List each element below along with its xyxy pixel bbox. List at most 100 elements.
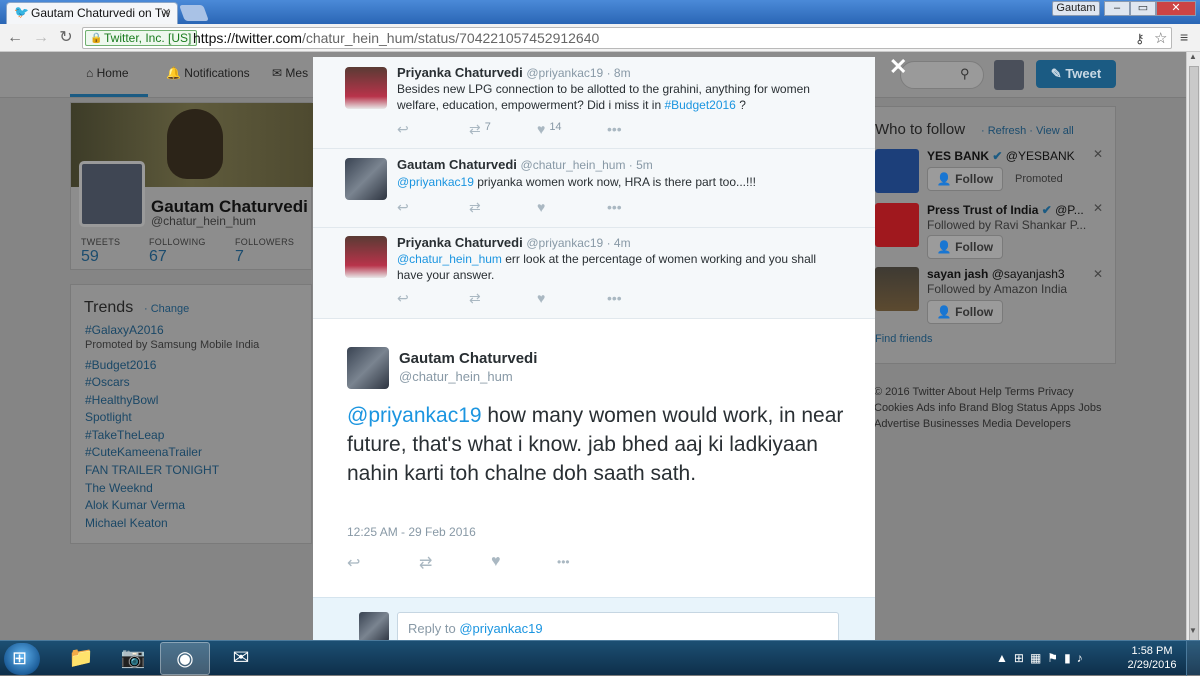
avatar[interactable] <box>345 236 387 278</box>
more-icon[interactable]: ••• <box>607 121 622 137</box>
tray-flag-icon[interactable]: ⚑ <box>1047 651 1064 665</box>
trend-item[interactable]: #Oscars <box>85 375 130 389</box>
trend-item[interactable]: Spotlight <box>85 410 132 424</box>
trend-item[interactable]: #TakeTheLeap <box>85 428 164 442</box>
reload-icon[interactable]: ↻ <box>57 29 75 47</box>
tweet-timestamp[interactable]: 12:25 AM - 29 Feb 2016 <box>347 525 476 539</box>
key-icon[interactable]: ⚷ <box>1135 31 1145 47</box>
footer-links[interactable]: © 2016 Twitter About Help Terms Privacy … <box>874 384 1104 432</box>
forward-arrow-icon[interactable]: → <box>32 29 50 47</box>
mention-link[interactable]: @chatur_hein_hum <box>397 252 502 266</box>
avatar[interactable] <box>345 67 387 109</box>
folder-icon[interactable]: 📁 <box>56 642 106 675</box>
dismiss-icon[interactable]: ✕ <box>1093 267 1103 281</box>
like-icon[interactable]: ♥ <box>537 199 545 215</box>
scroll-down-icon[interactable]: ▼ <box>1189 626 1197 635</box>
reply-icon[interactable]: ↩ <box>397 290 409 307</box>
bookmark-star-icon[interactable]: ☆ <box>1154 29 1167 47</box>
volume-icon[interactable]: ♪ <box>1077 651 1089 665</box>
follow-button[interactable]: 👤 Follow <box>927 300 1003 324</box>
close-icon[interactable]: ✕ <box>889 54 907 80</box>
browser-tab[interactable]: 🐦 Gautam Chaturvedi on Tw ✕ <box>6 2 178 24</box>
stat-value[interactable]: 67 <box>149 248 167 266</box>
tray-arrow-icon[interactable]: ▲ <box>996 651 1014 665</box>
page-scrollbar[interactable]: ▲ ▼ <box>1186 52 1200 642</box>
mention-link[interactable]: @priyankac19 <box>347 404 482 427</box>
reply-icon[interactable]: ↩ <box>397 199 409 216</box>
tray-signal-icon[interactable]: ▮ <box>1064 651 1077 665</box>
conversation-tweet[interactable]: Priyanka Chaturvedi @priyankac19 · 4m @c… <box>313 228 875 319</box>
nav-home[interactable]: ⌂ Home <box>86 66 129 80</box>
tweet-author[interactable]: Gautam Chaturvedi @chatur_hein_hum · 5m <box>397 157 653 172</box>
trend-item[interactable]: Michael Keaton <box>85 516 168 530</box>
scroll-thumb[interactable] <box>1189 66 1199 642</box>
follow-button[interactable]: 👤 Follow <box>927 167 1003 191</box>
like-icon[interactable]: ♥ <box>491 553 501 571</box>
dismiss-icon[interactable]: ✕ <box>1093 147 1103 161</box>
trend-item[interactable]: #CuteKameenaTrailer <box>85 445 202 459</box>
more-icon[interactable]: ••• <box>607 199 622 215</box>
avatar[interactable] <box>345 158 387 200</box>
stat-value[interactable]: 7 <box>235 248 244 266</box>
show-desktop-button[interactable] <box>1186 641 1200 676</box>
close-tab-icon[interactable]: ✕ <box>162 6 171 19</box>
scroll-up-icon[interactable]: ▲ <box>1189 52 1197 61</box>
more-icon[interactable]: ••• <box>557 555 570 569</box>
minimize-button[interactable]: – <box>1104 1 1130 16</box>
retweet-icon[interactable]: ⇄ <box>419 553 432 573</box>
trends-change-link[interactable]: · Change <box>144 303 189 315</box>
trend-item[interactable]: #GalaxyA2016 <box>85 323 164 337</box>
mention-link[interactable]: @priyankac19 <box>397 175 474 189</box>
trend-item[interactable]: #HealthyBowl <box>85 393 158 407</box>
account-name[interactable]: YES BANK ✔ @YESBANK <box>927 149 1075 163</box>
dismiss-icon[interactable]: ✕ <box>1093 201 1103 215</box>
trend-item[interactable]: The Weeknd <box>85 481 153 495</box>
account-name[interactable]: Press Trust of India ✔ @P... <box>927 203 1084 217</box>
start-button[interactable]: ⊞ <box>4 643 40 675</box>
author-name[interactable]: Gautam Chaturvedi <box>399 350 537 367</box>
chrome-icon[interactable]: ◉ <box>160 642 210 675</box>
avatar[interactable] <box>875 267 919 311</box>
more-icon[interactable]: ••• <box>607 290 622 306</box>
account-name[interactable]: sayan jash @sayanjash3 <box>927 267 1065 281</box>
search-icon[interactable]: ⚲ <box>960 66 970 82</box>
who-to-follow-links[interactable]: · Refresh · View all <box>981 125 1074 137</box>
url-text[interactable]: https://twitter.com/chatur_hein_hum/stat… <box>193 30 599 46</box>
tweet-button[interactable]: ✎ Tweet <box>1036 60 1116 88</box>
tweet-author[interactable]: Priyanka Chaturvedi @priyankac19 · 8m <box>397 65 631 80</box>
hashtag-link[interactable]: #Budget2016 <box>664 98 735 112</box>
stat-value[interactable]: 59 <box>81 248 99 266</box>
window-close-button[interactable]: ✕ <box>1156 1 1196 16</box>
like-icon[interactable]: ♥ <box>537 290 545 306</box>
nav-messages[interactable]: ✉ Mes <box>272 66 308 80</box>
profile-avatar[interactable] <box>79 161 145 227</box>
tray-windows-icon[interactable]: ⊞ <box>1014 651 1030 665</box>
system-tray[interactable]: ▲⊞▦⚑▮♪ <box>996 651 1089 665</box>
clock[interactable]: 1:58 PM 2/29/2016 <box>1122 644 1182 672</box>
retweet-icon[interactable]: ⇄ 7 <box>469 121 491 138</box>
conversation-tweet[interactable]: Gautam Chaturvedi @chatur_hein_hum · 5m … <box>313 149 875 228</box>
profile-button[interactable]: Gautam <box>1052 1 1100 16</box>
maximize-button[interactable]: ▭ <box>1130 1 1156 16</box>
avatar[interactable] <box>994 60 1024 90</box>
retweet-icon[interactable]: ⇄ <box>469 199 481 216</box>
like-icon[interactable]: ♥ 14 <box>537 121 562 137</box>
reply-icon[interactable]: ↩ <box>347 553 360 573</box>
retweet-icon[interactable]: ⇄ <box>469 290 481 307</box>
mail-icon[interactable]: ✉ <box>216 642 266 675</box>
follow-button[interactable]: 👤 Follow <box>927 235 1003 259</box>
ev-certificate-badge[interactable]: 🔒 Twitter, Inc. [US] <box>85 30 198 46</box>
reply-icon[interactable]: ↩ <box>397 121 409 138</box>
author-handle[interactable]: @chatur_hein_hum <box>399 369 513 384</box>
conversation-tweet[interactable]: Priyanka Chaturvedi @priyankac19 · 8m Be… <box>313 57 875 149</box>
trend-item[interactable]: Alok Kumar Verma <box>85 498 185 512</box>
nav-notifications[interactable]: 🔔 Notifications <box>166 66 250 80</box>
profile-handle[interactable]: @chatur_hein_hum <box>151 214 256 228</box>
back-arrow-icon[interactable]: ← <box>6 29 24 47</box>
avatar[interactable] <box>347 347 389 389</box>
menu-icon[interactable]: ≡ <box>1180 29 1188 45</box>
search-input[interactable] <box>900 61 984 89</box>
trend-item[interactable]: #Budget2016 <box>85 358 156 372</box>
trend-item[interactable]: FAN TRAILER TONIGHT <box>85 463 219 477</box>
tray-network-icon[interactable]: ▦ <box>1030 651 1047 665</box>
